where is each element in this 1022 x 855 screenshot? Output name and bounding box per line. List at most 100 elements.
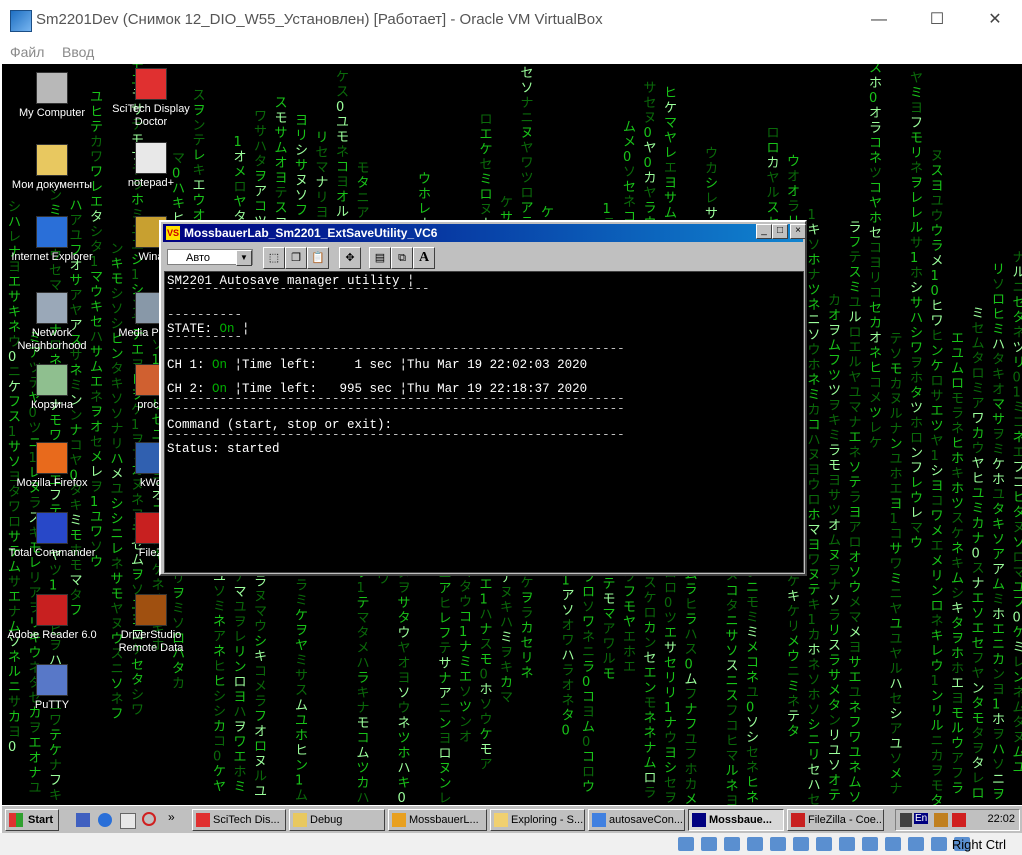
- matrix-glyph: ミ: [213, 600, 226, 615]
- window-maximize-button[interactable]: □: [772, 224, 788, 239]
- desktop-icon[interactable]: PuTTY: [4, 664, 100, 712]
- matrix-glyph: フ: [439, 627, 452, 642]
- matrix-glyph: リ: [931, 569, 944, 584]
- copy-icon[interactable]: ❐: [285, 247, 307, 269]
- vm-device-icon[interactable]: [908, 837, 924, 851]
- font-size-select[interactable]: Авто ▼: [167, 249, 253, 266]
- matrix-glyph: フ: [828, 353, 841, 368]
- window-minimize-button[interactable]: _: [756, 224, 772, 239]
- matrix-glyph: モ: [357, 716, 370, 731]
- vm-device-icon[interactable]: [816, 837, 832, 851]
- matrix-glyph: 0: [746, 700, 754, 715]
- paste-icon[interactable]: 📋: [307, 247, 329, 269]
- tray-app-icon[interactable]: [900, 813, 912, 827]
- desktop-icon[interactable]: Mozilla Firefox: [4, 442, 100, 490]
- vm-device-icon[interactable]: [793, 837, 809, 851]
- vm-device-icon[interactable]: [839, 837, 855, 851]
- matrix-glyph: ホ: [951, 662, 964, 677]
- matrix-glyph: レ: [1013, 655, 1022, 670]
- matrix-glyph: ム: [828, 533, 841, 548]
- window-title-bar[interactable]: VS MossbauerLab_Sm2201_ExtSaveUtility_VC…: [163, 224, 803, 242]
- background-icon[interactable]: ⧉: [391, 247, 413, 269]
- desktop-icon[interactable]: DriverStudio Remote Data: [103, 594, 199, 655]
- mark-icon[interactable]: ⬚: [263, 247, 285, 269]
- matrix-glyph: ヤ: [910, 71, 923, 86]
- matrix-glyph: ニ: [726, 674, 739, 689]
- taskbar-button[interactable]: Debug: [289, 809, 385, 831]
- minimize-button[interactable]: —: [856, 6, 902, 34]
- matrix-glyph: ヲ: [295, 623, 308, 638]
- console-output[interactable]: SM2201 Autosave manager utility ¦ ------…: [164, 271, 804, 573]
- matrix-glyph: モ: [890, 362, 903, 377]
- taskbar-button[interactable]: FileZilla - Coe...: [787, 809, 884, 831]
- matrix-glyph: ネ: [644, 726, 657, 741]
- vm-device-icon[interactable]: [770, 837, 786, 851]
- chevron-down-icon[interactable]: ▼: [236, 250, 252, 266]
- quicklaunch-more-icon[interactable]: »: [168, 810, 175, 824]
- quicklaunch-icon[interactable]: [76, 813, 90, 827]
- matrix-glyph: メ: [849, 596, 862, 611]
- matrix-glyph: ネ: [849, 446, 862, 461]
- start-button[interactable]: Start: [5, 809, 59, 831]
- window-close-button[interactable]: ×: [790, 224, 806, 239]
- vm-device-icon[interactable]: [724, 837, 740, 851]
- matrix-glyph: メ: [828, 683, 841, 698]
- close-button[interactable]: ✕: [972, 6, 1018, 34]
- matrix-glyph: サ: [726, 629, 739, 644]
- opera-quicklaunch-icon[interactable]: [142, 812, 156, 826]
- matrix-glyph: ハ: [992, 743, 1005, 758]
- vm-device-icon[interactable]: [701, 837, 717, 851]
- matrix-glyph: ネ: [726, 779, 739, 794]
- matrix-glyph: サ: [70, 273, 83, 288]
- menu-file[interactable]: Файл: [10, 44, 44, 60]
- taskbar-button[interactable]: Exploring - S...: [490, 809, 585, 831]
- matrix-glyph: ホ: [808, 358, 821, 373]
- font-icon[interactable]: A: [413, 247, 435, 269]
- matrix-glyph: シ: [254, 635, 267, 650]
- vm-device-icon[interactable]: [747, 837, 763, 851]
- menu-input[interactable]: Ввод: [62, 44, 94, 60]
- matrix-glyph: 1: [8, 425, 16, 440]
- matrix-glyph: ナ: [808, 268, 821, 283]
- desktop-icon[interactable]: Internet Explorer: [4, 216, 100, 264]
- matrix-glyph: ロ: [767, 126, 780, 141]
- maximize-button[interactable]: ☐: [914, 6, 960, 34]
- desktop-icon[interactable]: Корзина: [4, 364, 100, 412]
- matrix-glyph: エ: [623, 660, 636, 675]
- matrix-glyph: ヲ: [254, 170, 267, 185]
- matrix-glyph: ホ: [685, 763, 698, 778]
- matrix-glyph: サ: [664, 641, 677, 656]
- matrix-glyph: ス: [685, 643, 698, 658]
- notepad-quicklaunch-icon[interactable]: [120, 813, 136, 829]
- ie-quicklaunch-icon[interactable]: [98, 813, 112, 827]
- matrix-glyph: ユ: [746, 685, 759, 700]
- desktop-icon[interactable]: Total Commander: [4, 512, 100, 560]
- matrix-glyph: ユ: [336, 115, 349, 130]
- desktop-icon[interactable]: Adobe Reader 6.0: [4, 594, 100, 642]
- desktop-icon[interactable]: My Computer: [4, 72, 100, 120]
- desktop-icon[interactable]: Мои документы: [4, 144, 100, 192]
- desktop-icon[interactable]: SciTech Display Doctor: [103, 68, 199, 129]
- taskbar-button[interactable]: Mossbaue...: [688, 809, 784, 831]
- matrix-glyph: ス: [767, 201, 780, 216]
- matrix-glyph: 0: [1013, 610, 1021, 625]
- matrix-glyph: ム: [623, 120, 636, 135]
- matrix-glyph: コ: [336, 160, 349, 175]
- vm-device-icon[interactable]: [862, 837, 878, 851]
- desktop-icon[interactable]: Network Neighborhood: [4, 292, 100, 353]
- fullscreen-icon[interactable]: ✥: [339, 247, 361, 269]
- matrix-glyph: テ: [890, 332, 903, 347]
- taskbar-button[interactable]: SciTech Dis...: [192, 809, 286, 831]
- taskbar-button[interactable]: MossbauerL...: [388, 809, 487, 831]
- matrix-glyph: カ: [992, 653, 1005, 668]
- tray-network-icon[interactable]: [934, 813, 948, 827]
- tray-red-icon[interactable]: [952, 813, 966, 827]
- vm-device-icon[interactable]: [678, 837, 694, 851]
- matrix-glyph: エ: [951, 677, 964, 692]
- taskbar-button[interactable]: autosaveCon...: [588, 809, 685, 831]
- properties-icon[interactable]: ▤: [369, 247, 391, 269]
- vm-device-icon[interactable]: [885, 837, 901, 851]
- desktop-icon[interactable]: notepad+: [103, 142, 199, 190]
- language-indicator[interactable]: En: [914, 813, 929, 824]
- vm-device-icon[interactable]: [931, 837, 947, 851]
